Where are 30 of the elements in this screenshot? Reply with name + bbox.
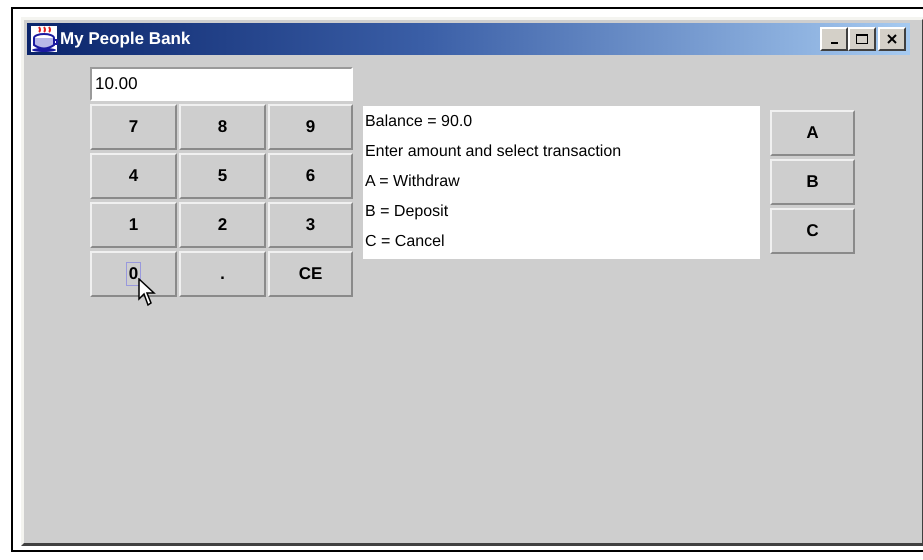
message-line: C = Cancel (365, 232, 446, 252)
message-line: Enter amount and select transaction (365, 142, 622, 162)
app-icon (30, 25, 58, 53)
keypad-key[interactable]: CE (268, 251, 353, 297)
cursor-icon (138, 278, 158, 308)
message-line: B = Deposit (365, 202, 450, 222)
keypad-key[interactable]: 2 (179, 202, 266, 248)
keypad-key[interactable]: 9 (268, 104, 353, 150)
transaction-button[interactable]: A (770, 110, 855, 156)
amount-field[interactable]: 10.00 (90, 67, 353, 101)
close-icon (886, 33, 898, 45)
transaction-button[interactable]: C (770, 208, 855, 254)
maximize-button[interactable] (848, 27, 876, 51)
close-button[interactable] (878, 27, 906, 51)
maximize-icon (855, 33, 869, 45)
minimize-icon (830, 42, 838, 44)
keypad-key[interactable]: 6 (268, 153, 353, 199)
keypad-key[interactable]: 5 (179, 153, 266, 199)
keypad-key[interactable]: 1 (90, 202, 177, 248)
keypad-key[interactable]: . (179, 251, 266, 297)
minimize-button[interactable] (820, 27, 848, 51)
transaction-button[interactable]: B (770, 159, 855, 205)
keypad-key[interactable]: 0 (90, 251, 177, 297)
keypad-key[interactable]: 7 (90, 104, 177, 150)
keypad-key[interactable]: 4 (90, 153, 177, 199)
message-line: A = Withdraw (365, 172, 461, 192)
message-line: Balance = 90.0 (365, 112, 474, 132)
window-title: My People Bank (60, 29, 192, 49)
keypad-key[interactable]: 8 (179, 104, 266, 150)
keypad-key[interactable]: 3 (268, 202, 353, 248)
